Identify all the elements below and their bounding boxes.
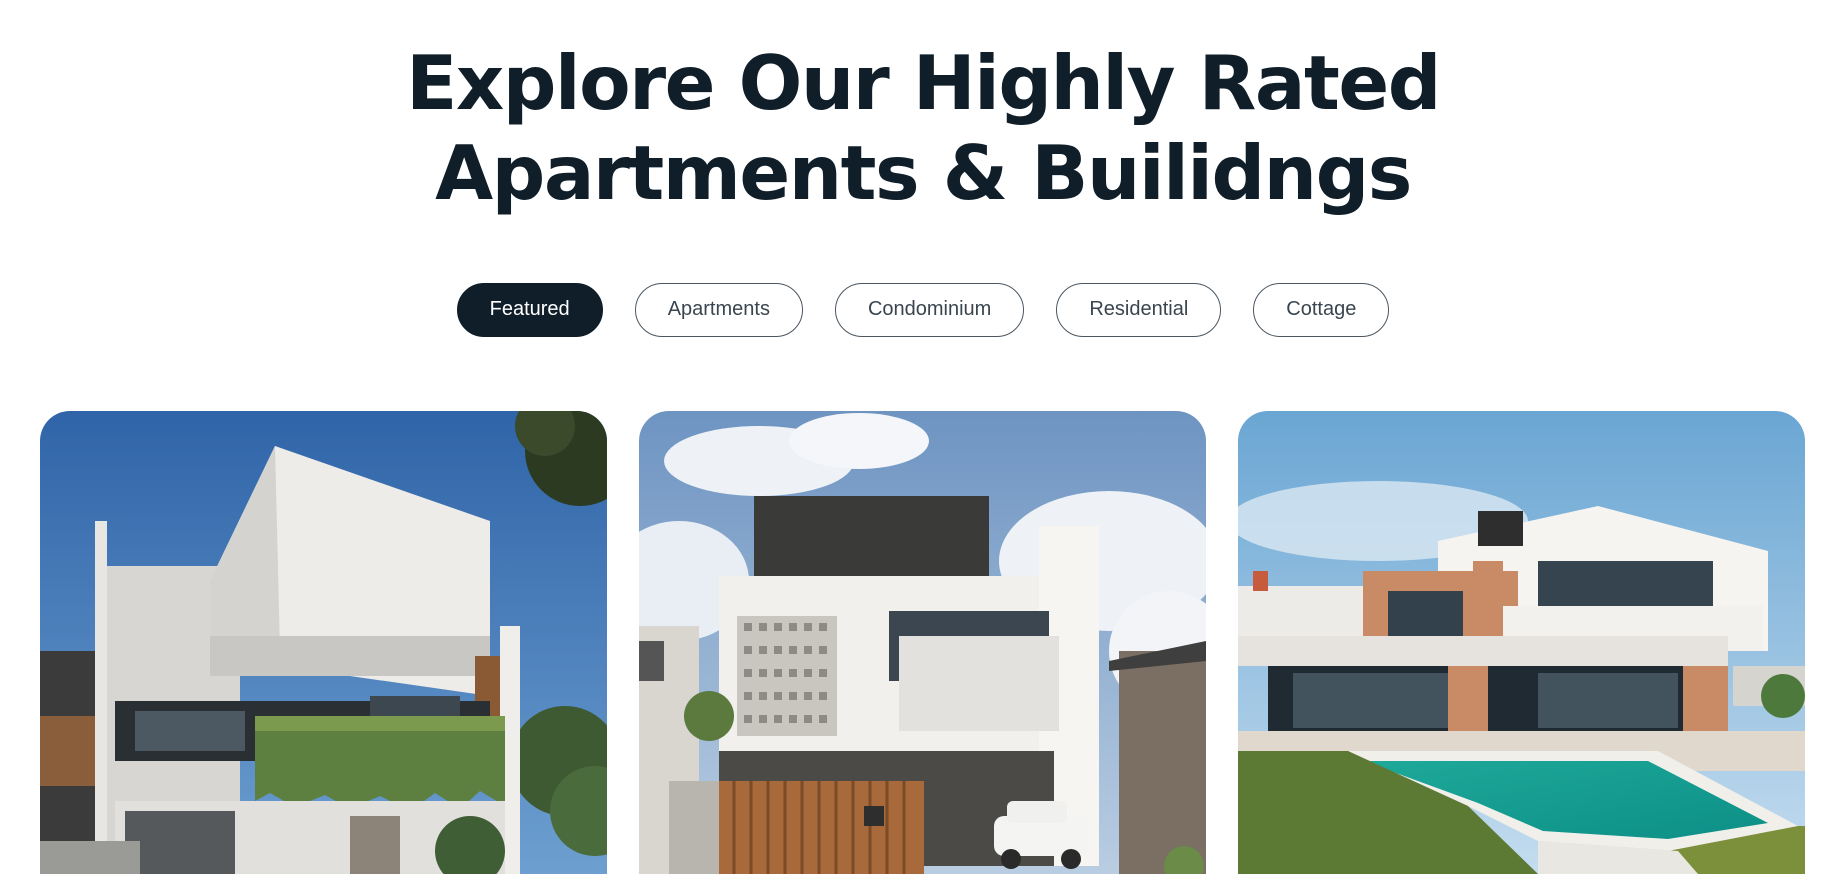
property-card-2[interactable]: [639, 411, 1206, 874]
filter-cottage[interactable]: Cottage: [1253, 283, 1390, 337]
property-card-3[interactable]: [1238, 411, 1805, 874]
property-card-grid: [40, 411, 1805, 874]
filter-residential[interactable]: Residential: [1056, 283, 1222, 337]
title-line-1: Explore Our Highly Rated: [406, 39, 1441, 127]
page-title: Explore Our Highly Rated Apartments & Bu…: [0, 38, 1846, 218]
filter-condominium[interactable]: Condominium: [834, 283, 1025, 337]
property-photo-2: [639, 411, 1206, 874]
property-photo-3: [1238, 411, 1805, 874]
filter-apartments[interactable]: Apartments: [634, 283, 803, 337]
title-line-2: Apartments & Builidngs: [435, 129, 1412, 217]
property-card-1[interactable]: [40, 411, 607, 874]
property-photo-1: [40, 411, 607, 874]
filter-featured[interactable]: Featured: [456, 283, 603, 337]
category-filter-bar: Featured Apartments Condominium Resident…: [0, 283, 1846, 337]
page: Explore Our Highly Rated Apartments & Bu…: [0, 0, 1846, 874]
